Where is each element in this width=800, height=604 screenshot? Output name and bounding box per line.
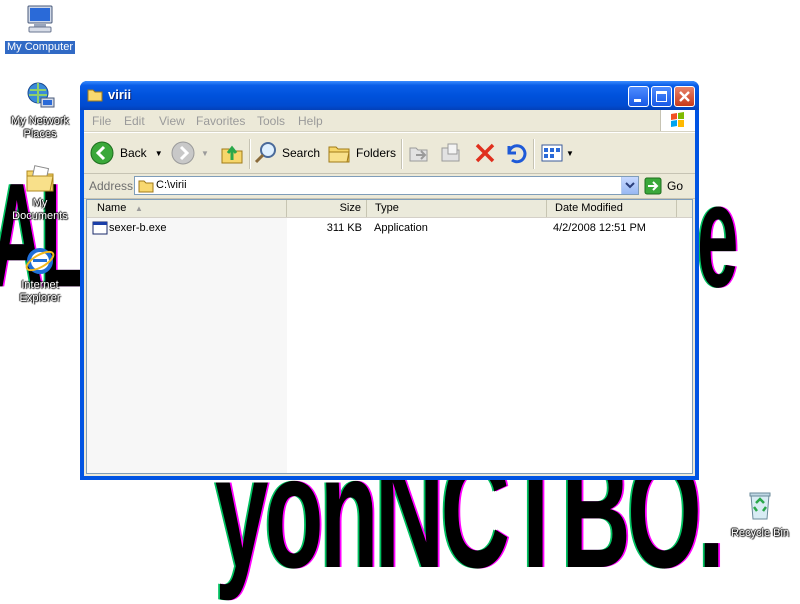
file-list[interactable]: Name ▲ Size Type Date Modified sexer-b.e…: [86, 199, 693, 474]
minimize-icon: [634, 99, 641, 102]
window-client-area: File Edit View Favorites Tools Help Back…: [84, 110, 695, 476]
forward-arrow-icon: [171, 141, 195, 165]
maximize-button[interactable]: [651, 86, 672, 107]
undo-button[interactable]: [503, 138, 527, 168]
window-title: virii: [108, 87, 132, 102]
menu-bar: File Edit View Favorites Tools Help: [84, 110, 695, 132]
chevron-down-icon[interactable]: ▼: [201, 149, 209, 158]
file-size: 311 KB: [326, 222, 362, 234]
minimize-button[interactable]: [628, 86, 649, 107]
my-computer-icon: [24, 3, 56, 35]
recycle-bin-icon: [744, 489, 776, 521]
search-label: Search: [282, 146, 321, 160]
back-button[interactable]: Back ▼: [90, 138, 163, 168]
toolbar-separator: [249, 139, 251, 169]
search-button[interactable]: Search: [254, 138, 320, 168]
chevron-down-icon: [625, 182, 635, 189]
copy-to-icon: [441, 143, 460, 162]
my-documents-icon: [24, 163, 56, 195]
go-label: Go: [667, 179, 684, 193]
menu-edit[interactable]: Edit: [124, 114, 145, 128]
file-date-modified: 4/2/2008 12:51 PM: [553, 222, 646, 234]
address-label: Address: [89, 179, 134, 193]
address-bar: Address C:\virii Go: [84, 174, 695, 199]
folder-icon: [87, 89, 103, 102]
desktop-icon-my-computer[interactable]: My Computer: [2, 3, 78, 55]
desktop-icon-recycle-bin[interactable]: Recycle Bin: [722, 489, 798, 541]
desktop-icon-my-documents[interactable]: My Documents: [2, 163, 78, 224]
file-name: sexer-b.exe: [109, 222, 167, 234]
sort-arrow-icon: ▲: [135, 204, 143, 213]
file-row[interactable]: sexer-b.exe 311 KB Application 4/2/2008 …: [87, 221, 692, 237]
desktop-icon-label: My Computer: [4, 41, 76, 54]
internet-explorer-icon: [24, 245, 56, 277]
column-header-name[interactable]: Name ▲: [87, 200, 287, 217]
toolbar-separator: [401, 139, 403, 169]
go-arrow-icon: [644, 177, 662, 195]
network-places-icon: [24, 81, 56, 113]
maximize-icon: [656, 91, 667, 102]
column-header-size[interactable]: Size: [287, 200, 367, 217]
undo-icon: [507, 144, 527, 164]
close-icon: [679, 91, 690, 102]
toolbar-separator: [533, 139, 535, 169]
desktop-icon-label: My Documents: [12, 197, 68, 222]
folder-icon: [138, 180, 154, 193]
address-value: C:\virii: [156, 179, 187, 191]
views-button[interactable]: ▼: [540, 138, 574, 168]
go-button[interactable]: Go: [644, 177, 683, 195]
chevron-down-icon[interactable]: ▼: [155, 149, 163, 158]
close-button[interactable]: [674, 86, 695, 107]
address-input[interactable]: C:\virii: [134, 176, 639, 195]
desktop-icon-network-places[interactable]: My Network Places: [2, 81, 78, 142]
desktop-icon-internet-explorer[interactable]: Internet Explorer: [2, 245, 78, 306]
explorer-window: virii File Edit View Favorites Tools Hel…: [80, 81, 699, 480]
file-type: Application: [374, 222, 428, 234]
copy-to-button[interactable]: [439, 138, 463, 168]
back-arrow-icon: [90, 141, 114, 165]
address-dropdown-button[interactable]: [621, 177, 638, 194]
menu-view[interactable]: View: [159, 114, 185, 128]
forward-button[interactable]: ▼: [171, 138, 209, 168]
standard-toolbar: Back ▼ ▼ Search Folders ▼: [84, 132, 695, 174]
title-bar[interactable]: virii: [80, 81, 699, 110]
move-to-button[interactable]: [407, 138, 431, 168]
up-folder-button[interactable]: [220, 138, 244, 168]
up-folder-icon: [221, 145, 243, 164]
column-header-type[interactable]: Type: [367, 200, 547, 217]
desktop-icon-label: Internet Explorer: [19, 279, 61, 304]
application-icon: [92, 221, 108, 235]
desktop-icon-label: My Network Places: [10, 115, 70, 140]
column-header: Name ▲ Size Type Date Modified: [87, 200, 692, 218]
back-label: Back: [120, 146, 147, 160]
menu-file[interactable]: File: [92, 114, 111, 128]
menu-favorites[interactable]: Favorites: [196, 114, 245, 128]
folders-icon: [328, 146, 350, 163]
sorted-column-shade: [87, 218, 287, 473]
delete-button[interactable]: [473, 138, 497, 168]
column-header-date-modified[interactable]: Date Modified: [547, 200, 677, 217]
move-to-icon: [409, 147, 428, 162]
desktop-icon-label: Recycle Bin: [730, 527, 790, 539]
folders-button[interactable]: Folders: [327, 138, 396, 168]
chevron-down-icon[interactable]: ▼: [566, 149, 574, 158]
folders-label: Folders: [356, 146, 397, 160]
search-icon: [254, 142, 276, 164]
windows-logo-icon: [660, 110, 695, 131]
menu-help[interactable]: Help: [298, 114, 323, 128]
views-icon: [541, 144, 563, 162]
delete-icon: [475, 143, 495, 163]
menu-tools[interactable]: Tools: [257, 114, 285, 128]
